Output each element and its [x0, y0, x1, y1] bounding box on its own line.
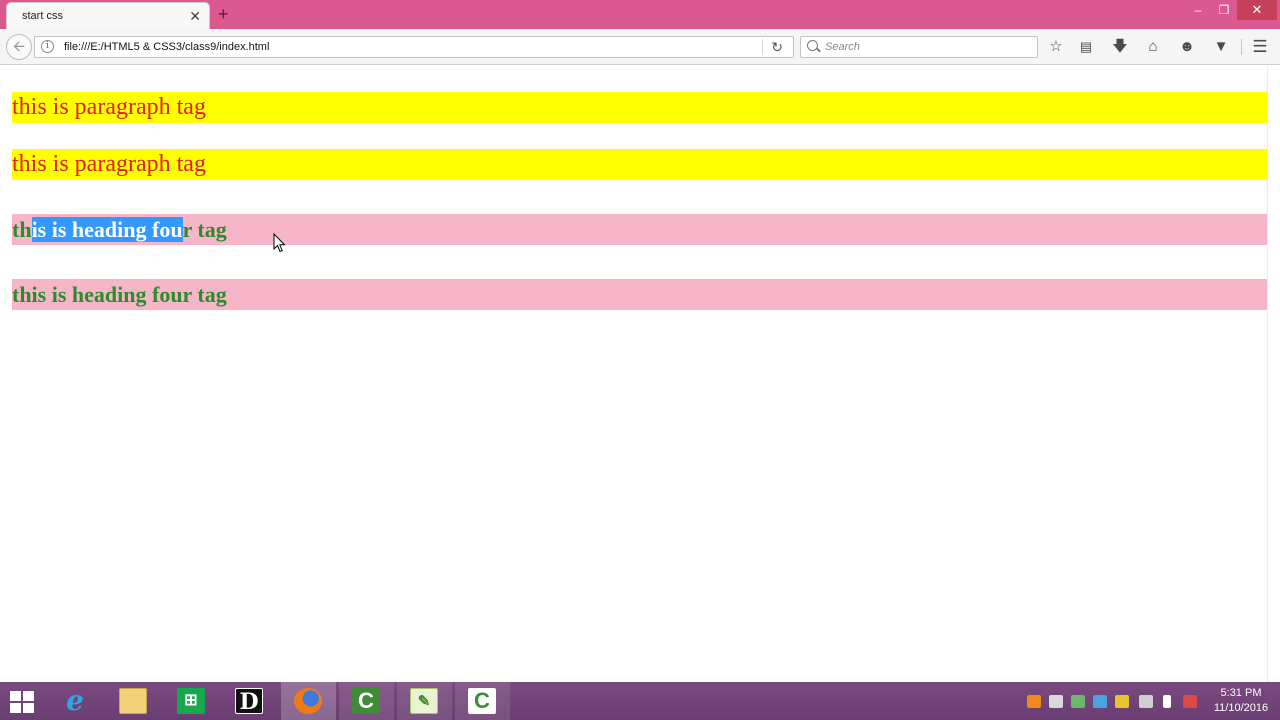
tab-title: start css [22, 10, 63, 22]
toolbar-separator [1241, 39, 1242, 55]
search-placeholder: Search [825, 41, 860, 53]
store-icon[interactable]: ⊞ [164, 682, 219, 720]
heading-four-2: this is heading four tag [12, 279, 1267, 310]
address-bar[interactable]: i file:///E:/HTML5 & CSS3/class9/index.h… [34, 36, 794, 58]
back-button[interactable]: 🡨 [6, 34, 32, 60]
camtasia-glyph: C [352, 688, 380, 714]
chrome-tray-icon[interactable] [1093, 695, 1107, 708]
page-content: this is paragraph tag this is paragraph … [0, 66, 1280, 682]
clock[interactable]: 5:31 PM 11/10/2016 [1208, 686, 1274, 716]
heading-four-1: this is heading four tag [12, 214, 1267, 245]
windows-start-icon[interactable] [10, 691, 34, 713]
wifi-disconnected-icon[interactable] [1183, 695, 1197, 708]
xampp-tray-icon[interactable] [1027, 695, 1041, 708]
star-icon[interactable]: ☆ [1046, 37, 1066, 57]
camtasia-icon[interactable]: C [339, 682, 394, 720]
url-divider [762, 39, 763, 55]
window-close-button[interactable]: ✕ [1237, 0, 1277, 20]
mouse-cursor-icon [273, 233, 286, 253]
d-app-icon[interactable]: D [222, 682, 277, 720]
heading-text-after: r tag [182, 217, 227, 242]
store-glyph: ⊞ [177, 688, 205, 714]
heading-text-before: th [12, 217, 32, 242]
chat-icon[interactable]: ☻ [1177, 37, 1197, 57]
firefox-glyph [294, 688, 322, 714]
app-tray-icon[interactable] [1115, 695, 1129, 708]
d-glyph: D [235, 688, 263, 715]
reading-list-icon[interactable]: ▤ [1076, 37, 1096, 57]
tab-start-css[interactable]: start css ✕ [6, 2, 210, 29]
taskbar: e ⊞ D C ✎ C 5:31 PM 11/10/2016 [0, 682, 1280, 720]
internet-explorer-icon[interactable]: e [48, 682, 103, 720]
network-tray-icon[interactable] [1071, 695, 1085, 708]
notepad-glyph: ✎ [410, 688, 438, 714]
flag-tray-icon[interactable] [1139, 695, 1153, 708]
title-bar: start css ✕ + ‒ ❐ ✕ [0, 0, 1280, 29]
paragraph-2: this is paragraph tag [12, 149, 1267, 180]
volume-icon[interactable] [1049, 695, 1063, 708]
pocket-icon[interactable]: ▼ [1211, 37, 1231, 57]
info-icon[interactable]: i [41, 40, 54, 53]
home-icon[interactable]: ⌂ [1143, 37, 1163, 57]
recorder-glyph: C [468, 688, 496, 714]
notepad-plus-plus-icon[interactable]: ✎ [397, 682, 452, 720]
scrollbar[interactable] [1267, 66, 1280, 682]
reload-icon[interactable]: ↻ [771, 38, 783, 56]
search-icon [807, 40, 818, 51]
download-icon[interactable]: 🡇 [1110, 37, 1130, 57]
restore-button[interactable]: ❐ [1211, 0, 1237, 20]
selected-text[interactable]: is is heading fou [31, 217, 183, 242]
firefox-icon[interactable] [281, 682, 336, 720]
close-tab-icon[interactable]: ✕ [189, 7, 201, 25]
clock-time: 5:31 PM [1220, 687, 1262, 699]
url-text[interactable]: file:///E:/HTML5 & CSS3/class9/index.htm… [64, 41, 269, 53]
battery-icon[interactable] [1163, 695, 1171, 708]
search-input[interactable]: Search [800, 36, 1038, 58]
back-arrow-icon: 🡨 [12, 38, 26, 55]
clock-date: 11/10/2016 [1213, 702, 1269, 714]
new-tab-button[interactable]: + [218, 4, 229, 24]
folder-glyph [119, 688, 147, 714]
file-explorer-icon[interactable] [106, 682, 161, 720]
minimize-button[interactable]: ‒ [1185, 0, 1211, 20]
paragraph-1: this is paragraph tag [12, 92, 1267, 123]
camtasia-recorder-icon[interactable]: C [455, 682, 510, 720]
navigation-toolbar: 🡨 i file:///E:/HTML5 & CSS3/class9/index… [0, 29, 1280, 65]
menu-icon[interactable]: ☰ [1250, 37, 1270, 57]
ie-glyph: e [66, 684, 84, 717]
